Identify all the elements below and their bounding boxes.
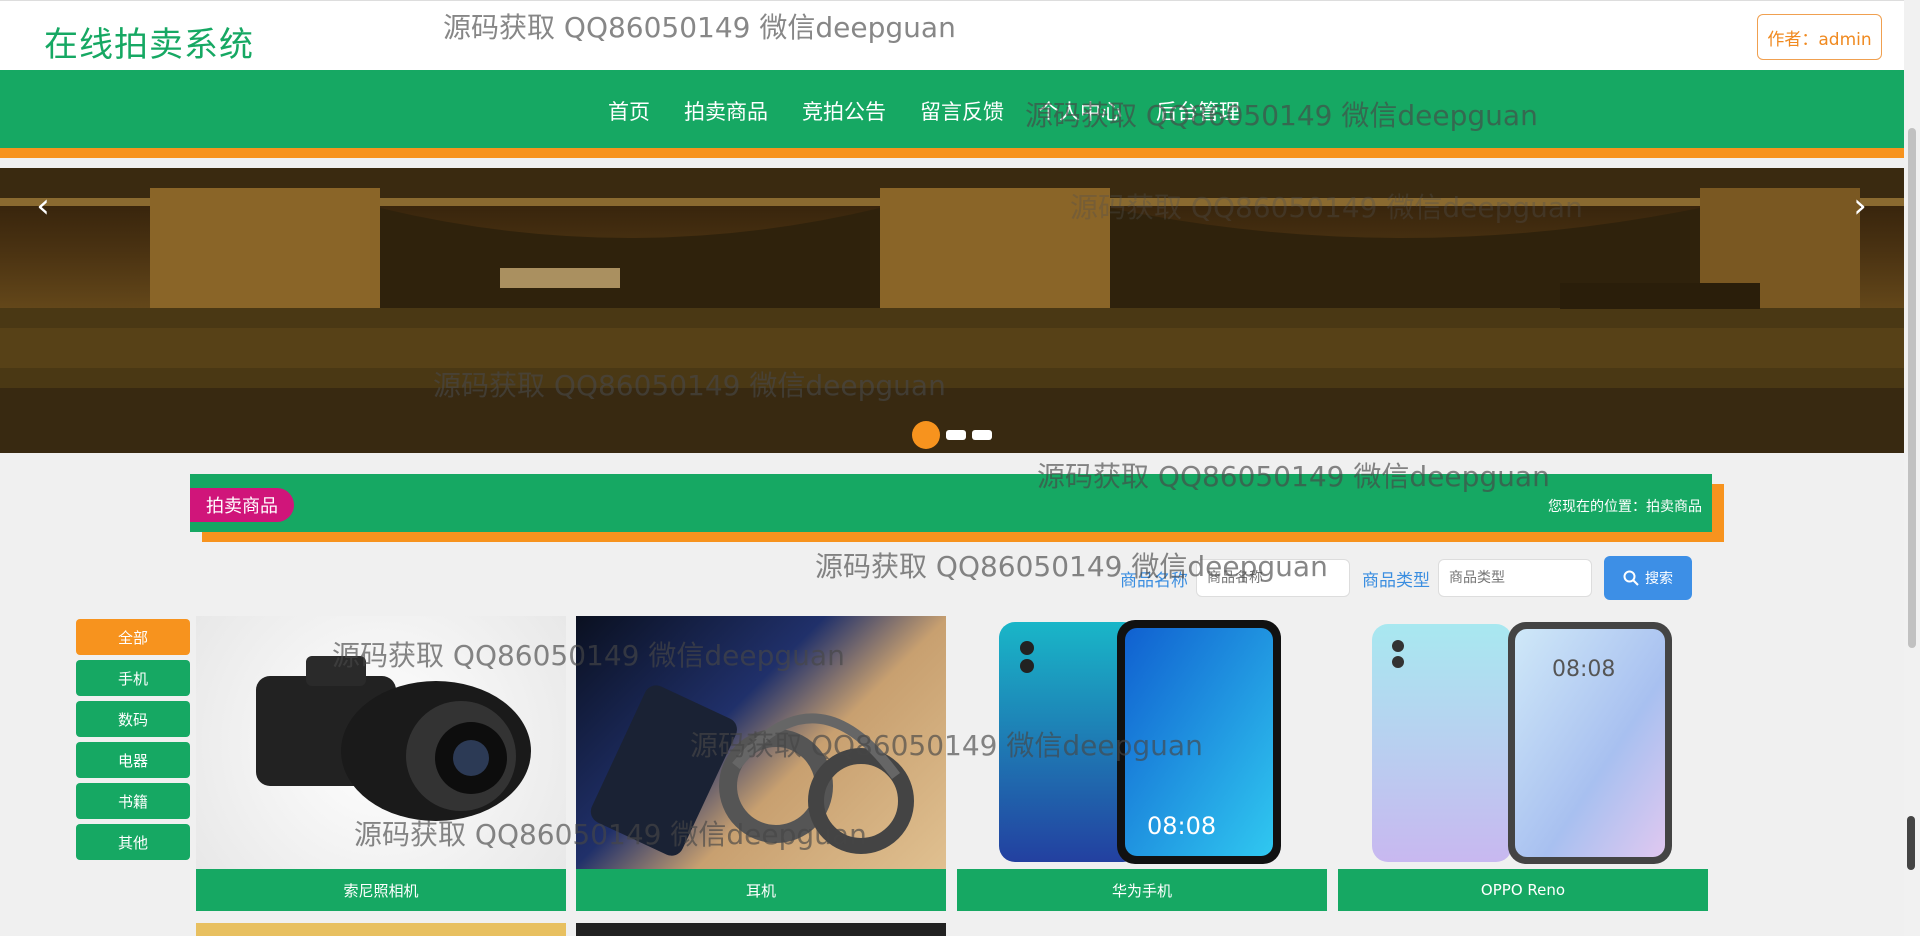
huawei-phone-image: 08:08 bbox=[999, 620, 1281, 864]
carousel-dot-1[interactable] bbox=[912, 421, 940, 449]
product-card[interactable]: 08:08 华为手机 bbox=[957, 616, 1327, 911]
chevron-left-icon: ‹ bbox=[36, 186, 50, 226]
product-name: 华为手机 bbox=[957, 869, 1327, 911]
phone-clock: 08:08 bbox=[1147, 812, 1216, 840]
product-card[interactable]: 08:08 OPPO Reno bbox=[1338, 616, 1708, 911]
product-name: 耳机 bbox=[576, 869, 946, 911]
carousel-indicators bbox=[912, 421, 992, 449]
scrollbar-thumb[interactable] bbox=[1908, 128, 1916, 648]
product-card[interactable]: 索尼照相机 bbox=[196, 616, 566, 911]
section-title: 拍卖商品 bbox=[190, 488, 294, 522]
product-name-input[interactable] bbox=[1196, 559, 1350, 597]
category-phone[interactable]: 手机 bbox=[76, 660, 190, 696]
nav-item-feedback[interactable]: 留言反馈 bbox=[920, 96, 1004, 126]
phone-clock: 08:08 bbox=[1552, 657, 1615, 682]
oppo-phone-image: 08:08 bbox=[1372, 622, 1672, 864]
search-button-label: 搜索 bbox=[1645, 571, 1673, 587]
search-icon bbox=[1623, 570, 1639, 586]
author-button[interactable]: 作者：admin bbox=[1757, 14, 1882, 60]
banner-carousel: ‹ › bbox=[0, 168, 1904, 453]
product-card-partial[interactable] bbox=[576, 923, 946, 936]
headphones-image bbox=[590, 685, 914, 856]
nav-item-admin[interactable]: 后台管理 bbox=[1156, 96, 1240, 126]
nav-item-auction-products[interactable]: 拍卖商品 bbox=[684, 96, 768, 126]
carousel-dot-2[interactable] bbox=[946, 430, 966, 440]
top-header: 在线拍卖系统 作者：admin bbox=[0, 0, 1904, 70]
category-books[interactable]: 书籍 bbox=[76, 783, 190, 819]
nav-item-announcements[interactable]: 竞拍公告 bbox=[802, 96, 886, 126]
main-nav: 首页 拍卖商品 竞拍公告 留言反馈 个人中心 后台管理 bbox=[0, 70, 1904, 158]
search-bar: 商品名称 商品类型 搜索 bbox=[1120, 555, 1692, 601]
product-card[interactable]: 耳机 bbox=[576, 616, 946, 911]
product-image[interactable]: 08:08 bbox=[1338, 616, 1708, 869]
breadcrumb: 您现在的位置：拍卖商品 bbox=[1548, 499, 1702, 515]
category-all[interactable]: 全部 bbox=[76, 619, 190, 655]
category-other[interactable]: 其他 bbox=[76, 824, 190, 860]
carousel-prev-button[interactable]: ‹ bbox=[28, 186, 58, 226]
section-header: 拍卖商品 您现在的位置：拍卖商品 bbox=[190, 474, 1712, 532]
carousel-dot-3[interactable] bbox=[972, 430, 992, 440]
product-name-label: 商品名称 bbox=[1120, 570, 1188, 591]
nav-menu: 首页 拍卖商品 竞拍公告 留言反馈 个人中心 后台管理 bbox=[608, 96, 1274, 126]
category-list: 全部 手机 数码 电器 书籍 其他 bbox=[76, 619, 190, 865]
page-scrollbar[interactable] bbox=[1904, 0, 1920, 936]
nav-item-profile[interactable]: 个人中心 bbox=[1038, 96, 1122, 126]
search-button[interactable]: 搜索 bbox=[1604, 556, 1692, 600]
product-card-partial[interactable] bbox=[196, 923, 566, 936]
nav-item-home[interactable]: 首页 bbox=[608, 96, 650, 126]
camera-image bbox=[256, 656, 531, 821]
product-image[interactable] bbox=[196, 616, 566, 869]
product-image[interactable]: 08:08 bbox=[957, 616, 1327, 869]
category-appliance[interactable]: 电器 bbox=[76, 742, 190, 778]
chevron-right-icon: › bbox=[1853, 186, 1867, 226]
product-image[interactable] bbox=[576, 616, 946, 869]
banner-image bbox=[0, 168, 1904, 453]
scrollbar-marker bbox=[1907, 816, 1915, 870]
product-type-input[interactable] bbox=[1438, 559, 1592, 597]
product-name: 索尼照相机 bbox=[196, 869, 566, 911]
carousel-next-button[interactable]: › bbox=[1845, 186, 1875, 226]
site-logo[interactable]: 在线拍卖系统 bbox=[44, 17, 254, 66]
category-digital[interactable]: 数码 bbox=[76, 701, 190, 737]
product-type-label: 商品类型 bbox=[1362, 570, 1430, 591]
product-name: OPPO Reno bbox=[1338, 869, 1708, 911]
